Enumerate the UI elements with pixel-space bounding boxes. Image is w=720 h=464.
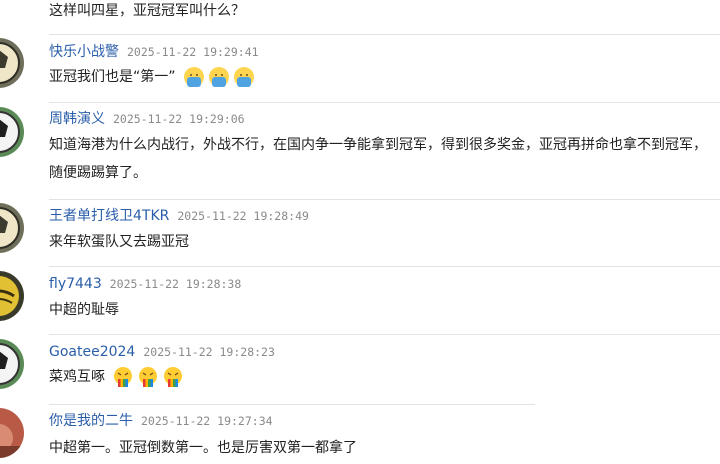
comment-text: 知道海港为什么内战行，外战不行，在国内争一争能拿到冠军，得到很多奖金，亚冠再拼命… <box>49 137 707 181</box>
comment-time: 2025-11-22 19:27:34 <box>141 414 273 428</box>
soccer-ball-icon <box>0 339 24 389</box>
divider <box>49 266 720 267</box>
divider <box>49 102 720 103</box>
comment-text-content: 亚冠我们也是“第一” <box>49 69 176 85</box>
comment-text-top: 这样叫四星，亚冠冠军叫什么？ <box>49 3 245 19</box>
comment-time: 2025-11-22 19:28:38 <box>109 277 242 291</box>
praying-emoji-icon <box>233 66 255 88</box>
username-link[interactable]: fly7443 <box>49 276 102 292</box>
username-link[interactable]: 你是我的二牛 <box>49 413 133 429</box>
comment-text-content: 菜鸡互啄 <box>49 369 105 385</box>
comment-text: 中超第一。亚冠倒数第一。也是厉害双第一都拿了 <box>49 440 357 456</box>
user-avatar[interactable] <box>0 203 24 253</box>
comment-text: 中超的耻辱 <box>49 302 119 318</box>
soccer-ball-icon <box>0 38 24 88</box>
comment-time: 2025-11-22 19:28:49 <box>177 209 309 223</box>
comment-header: 周韩演义 2025-11-22 19:29:06 <box>49 108 245 128</box>
user-avatar[interactable] <box>0 339 24 389</box>
comment-header: fly7443 2025-11-22 19:28:38 <box>49 273 241 292</box>
divider <box>49 334 720 335</box>
yellow-ball-icon <box>0 271 24 321</box>
username-link[interactable]: 周韩演义 <box>49 111 105 127</box>
comment-header: 快乐小战警 2025-11-22 19:29:41 <box>49 41 259 61</box>
user-avatar[interactable] <box>0 107 24 157</box>
rainbow-vomit-emoji-icon <box>137 366 159 388</box>
praying-emoji-icon <box>183 66 205 88</box>
user-avatar[interactable] <box>0 271 24 321</box>
username-link[interactable]: 王者单打线卫4TKR <box>49 208 169 224</box>
comment-text: 来年软蛋队又去踢亚冠 <box>49 234 189 250</box>
divider <box>49 199 720 200</box>
rainbow-vomit-emoji-icon <box>112 366 134 388</box>
comment-time: 2025-11-22 19:29:06 <box>113 112 245 126</box>
comment-text: 菜鸡互啄 <box>49 366 184 388</box>
divider <box>49 34 720 35</box>
soccer-ball-icon <box>0 107 24 157</box>
soccer-ball-icon <box>0 203 24 253</box>
divider <box>49 404 535 405</box>
comment-time: 2025-11-22 19:29:41 <box>127 45 259 59</box>
comment-header: 你是我的二牛 2025-11-22 19:27:34 <box>49 410 273 430</box>
user-avatar[interactable] <box>0 408 24 458</box>
comment-time: 2025-11-22 19:28:23 <box>143 345 275 359</box>
username-link[interactable]: Goatee2024 <box>49 344 135 360</box>
comment-text: 亚冠我们也是“第一” <box>49 66 255 88</box>
photo-avatar-icon <box>0 408 24 458</box>
user-avatar[interactable] <box>0 38 24 88</box>
comment-header: Goatee2024 2025-11-22 19:28:23 <box>49 341 275 360</box>
praying-emoji-icon <box>208 66 230 88</box>
comment-header: 王者单打线卫4TKR 2025-11-22 19:28:49 <box>49 205 309 225</box>
rainbow-vomit-emoji-icon <box>162 366 184 388</box>
username-link[interactable]: 快乐小战警 <box>49 44 119 60</box>
